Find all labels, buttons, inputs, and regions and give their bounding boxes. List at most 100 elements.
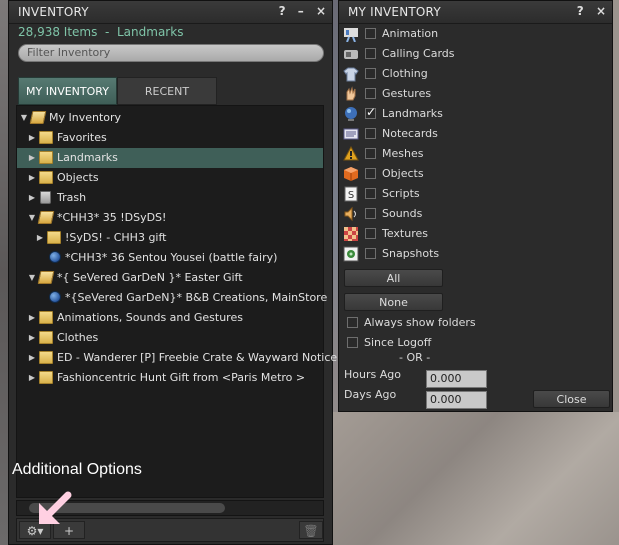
filter-inventory-input[interactable]: Filter Inventory bbox=[18, 44, 324, 62]
tab-my-inventory[interactable]: MY INVENTORY bbox=[18, 77, 117, 105]
item-count: 28,938 Items bbox=[18, 25, 98, 39]
collapsed-arrow-icon[interactable]: ▶ bbox=[27, 148, 37, 168]
always-show-folders-label: Always show folders bbox=[364, 316, 476, 329]
tree-item-trash[interactable]: ▶ Trash bbox=[17, 188, 323, 208]
minimize-button[interactable]: – bbox=[298, 4, 304, 18]
collapsed-arrow-icon[interactable]: ▶ bbox=[35, 228, 45, 248]
additional-options-annotation: Additional Options bbox=[12, 461, 142, 478]
tree-item-label: Clothes bbox=[57, 331, 99, 344]
filters-titlebar[interactable]: MY INVENTORY ? × bbox=[339, 1, 612, 24]
tab-recent[interactable]: RECENT bbox=[117, 77, 217, 105]
filter-scripts[interactable]: S Scripts bbox=[343, 184, 543, 204]
filter-clothing[interactable]: Clothing bbox=[343, 64, 543, 84]
checkbox[interactable] bbox=[365, 168, 376, 179]
inventory-titlebar[interactable]: INVENTORY ? – × bbox=[9, 1, 332, 24]
tree-item-label: Animations, Sounds and Gestures bbox=[57, 311, 243, 324]
close-button[interactable]: × bbox=[596, 4, 606, 18]
filter-label: Sounds bbox=[382, 207, 423, 220]
checkbox[interactable] bbox=[365, 88, 376, 99]
tree-item-label: ED - Wanderer [P] Freebie Crate & Waywar… bbox=[57, 351, 338, 364]
tree-item-favorites[interactable]: ▶ Favorites bbox=[17, 128, 323, 148]
expanded-arrow-icon[interactable]: ▼ bbox=[27, 208, 37, 228]
filter-label: Notecards bbox=[382, 127, 438, 140]
since-logoff-label: Since Logoff bbox=[364, 336, 432, 349]
mesh-icon bbox=[343, 146, 359, 161]
collapsed-arrow-icon[interactable]: ▶ bbox=[27, 168, 37, 188]
always-show-folders-checkbox[interactable] bbox=[347, 317, 358, 328]
checkbox[interactable] bbox=[365, 148, 376, 159]
since-logoff-checkbox[interactable] bbox=[347, 337, 358, 348]
tree-item-folder[interactable]: ▶ Fashioncentric Hunt Gift from <Paris M… bbox=[17, 368, 323, 388]
hours-ago-input[interactable]: 0.000 bbox=[426, 370, 487, 388]
filter-label: Textures bbox=[382, 227, 428, 240]
none-button[interactable]: None bbox=[344, 293, 443, 311]
filter-notecards[interactable]: Notecards bbox=[343, 124, 543, 144]
collapsed-arrow-icon[interactable]: ▶ bbox=[27, 328, 37, 348]
filter-sounds[interactable]: Sounds bbox=[343, 204, 543, 224]
landmark-folder-icon bbox=[39, 131, 53, 144]
filter-textures[interactable]: Textures bbox=[343, 224, 543, 244]
filter-animation[interactable]: Animation bbox=[343, 24, 543, 44]
tree-item-label: Landmarks bbox=[57, 151, 118, 164]
checkbox[interactable] bbox=[365, 228, 376, 239]
landmark-icon bbox=[49, 251, 61, 263]
filter-calling-cards[interactable]: Calling Cards bbox=[343, 44, 543, 64]
checkbox[interactable] bbox=[365, 208, 376, 219]
landmark-icon bbox=[345, 107, 357, 121]
filter-objects[interactable]: Objects bbox=[343, 164, 543, 184]
filter-snapshots[interactable]: Snapshots bbox=[343, 244, 543, 264]
tree-item-folder[interactable]: ▶ ED - Wanderer [P] Freebie Crate & Wayw… bbox=[17, 348, 337, 368]
collapsed-arrow-icon[interactable]: ▶ bbox=[27, 128, 37, 148]
collapsed-arrow-icon[interactable]: ▶ bbox=[27, 368, 37, 388]
filter-gestures[interactable]: Gestures bbox=[343, 84, 543, 104]
tree-item-landmarks[interactable]: ▶ Landmarks bbox=[17, 148, 323, 168]
collapsed-arrow-icon[interactable]: ▶ bbox=[27, 348, 37, 368]
checkbox[interactable] bbox=[365, 128, 376, 139]
background-left bbox=[0, 0, 8, 545]
checkbox[interactable] bbox=[365, 188, 376, 199]
help-button[interactable]: ? bbox=[577, 4, 584, 18]
checkbox[interactable] bbox=[365, 68, 376, 79]
close-button[interactable]: × bbox=[316, 4, 326, 18]
filter-meshes[interactable]: Meshes bbox=[343, 144, 543, 164]
filters-title: MY INVENTORY bbox=[348, 5, 441, 19]
checkbox[interactable] bbox=[365, 48, 376, 59]
hours-ago-label: Hours Ago bbox=[344, 368, 401, 381]
tree-item-my-inventory[interactable]: ▼ My Inventory bbox=[17, 108, 323, 128]
tree-item-folder[interactable]: ▼ *CHH3* 35 !DSyDS! bbox=[17, 208, 323, 228]
filter-label: Landmarks bbox=[382, 107, 443, 120]
landmark-folder-icon bbox=[39, 151, 53, 164]
tree-item-folder[interactable]: ▼ *{ SeVered GarDeN }* Easter Gift bbox=[17, 268, 323, 288]
tree-item-folder[interactable]: ▶ Animations, Sounds and Gestures bbox=[17, 308, 323, 328]
filter-label: Snapshots bbox=[382, 247, 440, 260]
checkbox[interactable] bbox=[365, 248, 376, 259]
tree-item-objects[interactable]: ▶ Objects bbox=[17, 168, 323, 188]
tree-item-folder[interactable]: ▶ Clothes bbox=[17, 328, 323, 348]
filter-landmarks[interactable]: Landmarks bbox=[343, 104, 543, 124]
tree-item-label: *{SeVered GarDeN}* B&B Creations, MainSt… bbox=[65, 291, 328, 304]
gesture-icon bbox=[346, 86, 356, 101]
tree-item-landmark[interactable]: *CHH3* 36 Sentou Yousei (battle fairy) bbox=[17, 248, 323, 268]
expanded-arrow-icon[interactable]: ▼ bbox=[19, 108, 29, 128]
animation-icon bbox=[344, 28, 358, 42]
count-separator: - bbox=[105, 25, 110, 39]
trash-button[interactable]: 🗑 bbox=[299, 521, 323, 539]
expanded-arrow-icon[interactable]: ▼ bbox=[27, 268, 37, 288]
tree-item-folder[interactable]: ▶ !SyDS! - CHH3 gift bbox=[17, 228, 323, 248]
folder-icon bbox=[39, 311, 53, 324]
landmark-icon bbox=[49, 291, 61, 303]
checkbox-checked[interactable] bbox=[365, 105, 376, 119]
folder-icon bbox=[39, 331, 53, 344]
all-button[interactable]: All bbox=[344, 269, 443, 287]
collapsed-arrow-icon[interactable]: ▶ bbox=[27, 188, 37, 208]
tree-item-landmark[interactable]: *{SeVered GarDeN}* B&B Creations, MainSt… bbox=[17, 288, 327, 308]
collapsed-arrow-icon[interactable]: ▶ bbox=[27, 308, 37, 328]
inventory-filters-panel: MY INVENTORY ? × Animation Calling Cards… bbox=[338, 0, 613, 412]
days-ago-input[interactable]: 0.000 bbox=[426, 391, 487, 409]
checkbox[interactable] bbox=[365, 28, 376, 39]
folder-icon bbox=[47, 231, 61, 244]
help-button[interactable]: ? bbox=[279, 4, 286, 18]
folder-icon bbox=[39, 351, 53, 364]
close-dialog-button[interactable]: Close bbox=[533, 390, 610, 408]
filter-label: Meshes bbox=[382, 147, 424, 160]
